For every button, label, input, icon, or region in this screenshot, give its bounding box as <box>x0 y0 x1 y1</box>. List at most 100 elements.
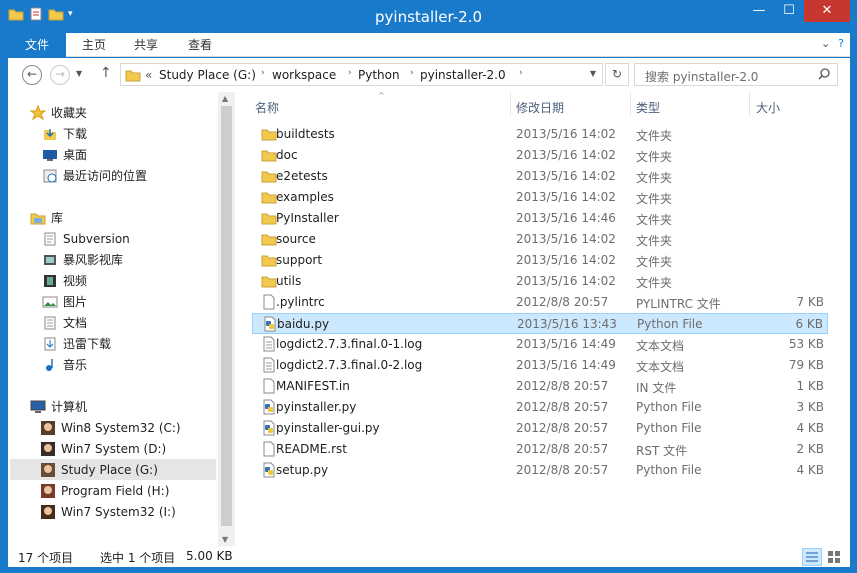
file-date: 2013/5/16 14:02 <box>516 253 616 267</box>
download-icon <box>42 126 58 142</box>
file-row[interactable]: logdict2.7.3.final.0-1.log 2013/5/16 14:4… <box>252 334 828 355</box>
crumb-separator-icon[interactable]: › <box>261 68 265 78</box>
scroll-up-icon[interactable]: ▲ <box>222 94 228 103</box>
status-bar: 17 个项目 选中 1 个项目 5.00 KB <box>8 546 850 567</box>
address-bar[interactable]: « Study Place (G:) › workspace › Python … <box>120 63 603 86</box>
address-overflow[interactable]: « <box>145 68 152 82</box>
scrollbar-thumb[interactable] <box>221 106 232 526</box>
nav-label: 图片 <box>63 295 88 309</box>
file-row[interactable]: baidu.py 2013/5/16 13:43 Python File 6 KB <box>252 313 828 334</box>
selection-count: 选中 1 个项目 <box>100 551 176 565</box>
crumb-separator-icon[interactable]: › <box>410 68 414 78</box>
tab-share[interactable]: 共享 <box>134 33 158 57</box>
file-row[interactable]: source 2013/5/16 14:02 文件夹 <box>252 229 828 250</box>
file-name: doc <box>276 148 298 162</box>
file-row[interactable]: logdict2.7.3.final.0-2.log 2013/5/16 14:4… <box>252 355 828 376</box>
file-row[interactable]: examples 2013/5/16 14:02 文件夹 <box>252 187 828 208</box>
scroll-down-icon[interactable]: ▼ <box>222 535 228 544</box>
expand-ribbon-icon[interactable]: ⌄ <box>821 37 830 50</box>
music-note-icon <box>42 357 58 373</box>
details-view-button[interactable] <box>802 548 822 566</box>
nav-favorites[interactable]: 收藏夹 <box>30 102 238 123</box>
file-date: 2012/8/8 20:57 <box>516 463 609 477</box>
search-icon[interactable] <box>817 67 831 84</box>
column-divider[interactable] <box>630 92 631 116</box>
file-row[interactable]: buildtests 2013/5/16 14:02 文件夹 <box>252 124 828 145</box>
crumb-current[interactable]: pyinstaller-2.0 <box>420 68 506 82</box>
crumb-python[interactable]: Python <box>358 68 400 82</box>
crumb-separator-icon[interactable]: › <box>348 68 352 78</box>
crumb-workspace[interactable]: workspace <box>272 68 336 82</box>
nav-libraries[interactable]: 库 <box>30 207 238 228</box>
file-row[interactable]: MANIFEST.in 2012/8/8 20:57 IN 文件 1 KB <box>252 376 828 397</box>
file-date: 2013/5/16 14:02 <box>516 190 616 204</box>
refresh-button[interactable]: ↻ <box>605 63 629 86</box>
file-type: Python File <box>636 463 702 477</box>
file-row[interactable]: e2etests 2013/5/16 14:02 文件夹 <box>252 166 828 187</box>
nav-drive-c[interactable]: Win8 System32 (C:) <box>40 417 248 438</box>
column-header: ^ 名称 修改日期 类型 大小 <box>252 91 832 118</box>
file-size: 4 KB <box>796 421 824 435</box>
tab-file[interactable]: 文件 <box>8 33 66 57</box>
crumb-drive[interactable]: Study Place (G:) <box>159 68 256 82</box>
file-name: buildtests <box>276 127 335 141</box>
forward-button[interactable]: → <box>50 65 70 85</box>
back-button[interactable]: ← <box>22 65 42 85</box>
recent-places-icon <box>42 168 58 184</box>
file-name: e2etests <box>276 169 328 183</box>
tab-home[interactable]: 主页 <box>82 33 106 57</box>
file-row[interactable]: doc 2013/5/16 14:02 文件夹 <box>252 145 828 166</box>
nav-label: 计算机 <box>51 400 88 414</box>
file-type: 文件夹 <box>636 276 673 290</box>
nav-drive-i[interactable]: Win7 System32 (I:) <box>40 501 248 522</box>
search-input[interactable]: 搜索 pyinstaller-2.0 <box>634 63 838 86</box>
recent-locations-chevron-icon[interactable]: ▼ <box>76 69 82 78</box>
close-button[interactable]: ✕ <box>804 0 850 22</box>
file-row[interactable]: pyinstaller-gui.py 2012/8/8 20:57 Python F… <box>252 418 828 439</box>
file-type: 文件夹 <box>636 129 673 143</box>
address-dropdown-icon[interactable]: ▼ <box>590 69 596 78</box>
nav-drive-g[interactable]: Study Place (G:) <box>10 459 216 480</box>
column-divider[interactable] <box>749 92 750 116</box>
file-type: 文件夹 <box>636 213 673 227</box>
drive-avatar-icon <box>40 462 56 478</box>
help-icon[interactable]: ? <box>838 37 844 50</box>
picture-icon <box>42 294 58 310</box>
nav-scrollbar[interactable]: ▲ ▼ <box>218 92 235 546</box>
title-bar: ▾ pyinstaller-2.0 — ☐ ✕ <box>0 0 857 33</box>
file-row[interactable]: support 2013/5/16 14:02 文件夹 <box>252 250 828 271</box>
file-name: setup.py <box>276 463 329 477</box>
file-name: MANIFEST.in <box>276 379 350 393</box>
file-row[interactable]: .pylintrc 2012/8/8 20:57 PYLINTRC 文件 7 KB <box>252 292 828 313</box>
large-icons-view-button[interactable] <box>825 548 845 566</box>
file-date: 2013/5/16 14:46 <box>516 211 616 225</box>
column-type[interactable]: 类型 <box>636 99 660 116</box>
minimize-button[interactable]: — <box>744 0 774 22</box>
column-size[interactable]: 大小 <box>756 99 780 116</box>
tab-view[interactable]: 查看 <box>188 33 212 57</box>
file-row[interactable]: setup.py 2012/8/8 20:57 Python File 4 KB <box>252 460 828 481</box>
up-button[interactable]: ↑ <box>100 65 112 81</box>
nav-label: 桌面 <box>63 148 88 162</box>
file-date: 2013/5/16 14:02 <box>516 274 616 288</box>
file-date: 2012/8/8 20:57 <box>516 295 609 309</box>
column-date[interactable]: 修改日期 <box>516 99 564 116</box>
file-size: 3 KB <box>796 400 824 414</box>
file-date: 2012/8/8 20:57 <box>516 442 609 456</box>
column-divider[interactable] <box>510 92 511 116</box>
file-name: baidu.py <box>277 317 330 331</box>
nav-drive-d[interactable]: Win7 System (D:) <box>40 438 248 459</box>
selection-size: 5.00 KB <box>186 549 233 563</box>
file-row[interactable]: PyInstaller 2013/5/16 14:46 文件夹 <box>252 208 828 229</box>
file-date: 2013/5/16 14:49 <box>516 358 616 372</box>
file-row[interactable]: pyinstaller.py 2012/8/8 20:57 Python File 3… <box>252 397 828 418</box>
maximize-button[interactable]: ☐ <box>774 0 804 22</box>
column-name[interactable]: 名称 <box>255 99 279 116</box>
file-row[interactable]: README.rst 2012/8/8 20:57 RST 文件 2 KB <box>252 439 828 460</box>
nav-computer[interactable]: 计算机 <box>30 396 238 417</box>
file-row[interactable]: utils 2013/5/16 14:02 文件夹 <box>252 271 828 292</box>
crumb-separator-icon[interactable]: › <box>519 68 523 78</box>
file-size: 6 KB <box>795 317 823 331</box>
nav-drive-h[interactable]: Program Field (H:) <box>40 480 248 501</box>
folder-icon <box>261 273 277 289</box>
